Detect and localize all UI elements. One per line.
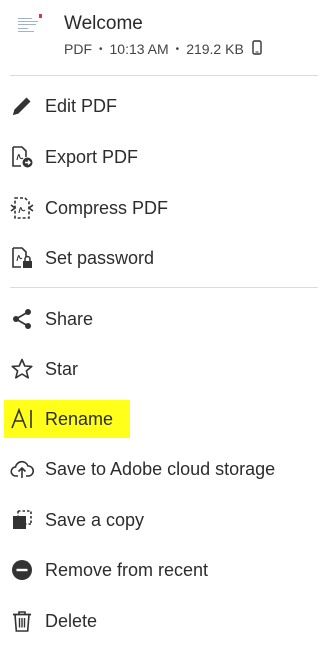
trash-icon xyxy=(10,609,34,633)
menu-item-compress-pdf[interactable]: Compress PDF xyxy=(0,183,318,233)
divider xyxy=(10,287,318,288)
cloud-upload-icon xyxy=(10,457,34,481)
file-size: 219.2 KB xyxy=(186,41,244,57)
menu-item-edit-pdf[interactable]: Edit PDF xyxy=(0,81,318,131)
phone-icon xyxy=(252,40,262,58)
menu-label: Compress PDF xyxy=(45,197,169,218)
menu-item-star[interactable]: Star xyxy=(0,344,318,394)
lock-pdf-icon xyxy=(10,246,34,270)
compress-pdf-icon xyxy=(10,196,34,220)
pencil-icon xyxy=(10,94,34,118)
menu-label: Delete xyxy=(45,610,98,631)
menu-label: Share xyxy=(45,308,94,329)
file-meta: PDF • 10:13 AM • 219.2 KB xyxy=(64,40,262,58)
export-pdf-icon xyxy=(10,145,34,169)
menu-label: Star xyxy=(45,358,79,379)
menu-item-delete[interactable]: Delete xyxy=(0,596,318,646)
menu-label: Edit PDF xyxy=(45,95,118,116)
menu-label: Rename xyxy=(45,408,114,429)
divider xyxy=(10,75,318,76)
menu-item-save-cloud[interactable]: Save to Adobe cloud storage xyxy=(0,444,318,494)
file-name: Welcome xyxy=(64,13,143,34)
copy-icon xyxy=(10,508,34,532)
menu-label: Export PDF xyxy=(45,146,139,167)
menu-label: Set password xyxy=(45,247,155,268)
star-icon xyxy=(10,357,34,381)
menu-label: Remove from recent xyxy=(45,559,209,580)
file-thumbnail xyxy=(14,12,44,48)
menu-item-set-password[interactable]: Set password xyxy=(0,233,318,283)
menu-item-share[interactable]: Share xyxy=(0,294,318,344)
file-header: Welcome PDF • 10:13 AM • 219.2 KB xyxy=(0,0,318,75)
share-icon xyxy=(10,307,34,331)
menu-item-rename[interactable]: Rename xyxy=(0,394,318,444)
menu-item-save-copy[interactable]: Save a copy xyxy=(0,495,318,545)
file-time: 10:13 AM xyxy=(109,41,169,57)
rename-icon xyxy=(10,407,34,431)
menu-label: Save a copy xyxy=(45,509,145,530)
menu-item-remove-recent[interactable]: Remove from recent xyxy=(0,545,318,595)
menu-item-export-pdf[interactable]: Export PDF xyxy=(0,132,318,182)
file-type: PDF xyxy=(64,41,92,57)
remove-circle-icon xyxy=(10,558,34,582)
menu-label: Save to Adobe cloud storage xyxy=(45,458,276,479)
